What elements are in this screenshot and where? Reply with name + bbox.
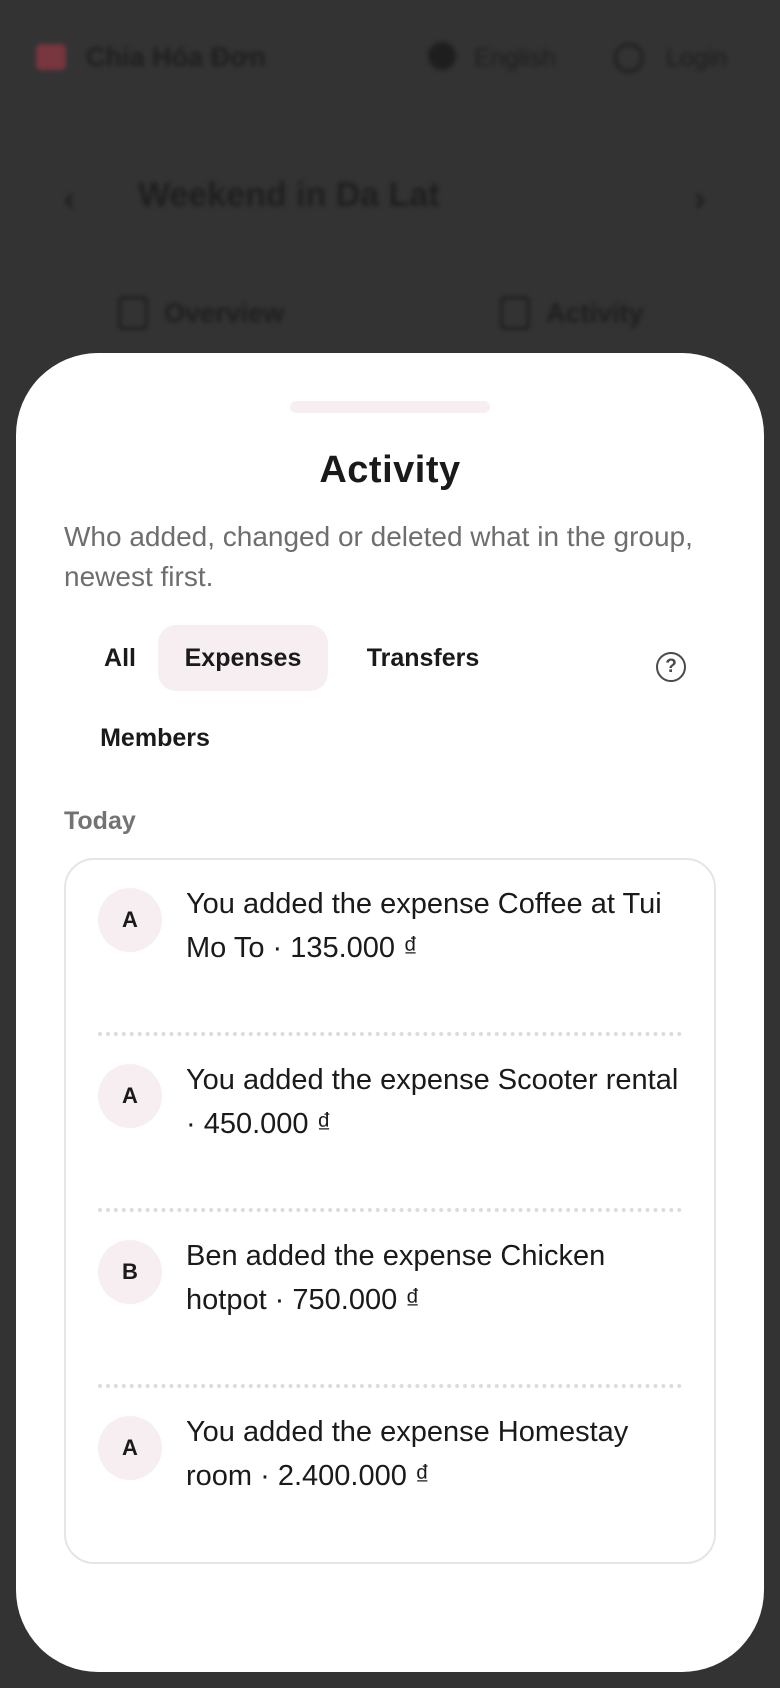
group-title: Weekend in Da Lat <box>138 176 440 214</box>
activity-list: A You added the expense Coffee at Tui Mo… <box>64 858 716 1564</box>
activity-sheet: Activity Who added, changed or deleted w… <box>16 353 764 1672</box>
filter-all[interactable]: All <box>80 625 160 691</box>
list-item[interactable]: B Ben added the expense Chicken hotpot ·… <box>98 1212 682 1388</box>
filter-transfers[interactable]: Transfers <box>342 625 504 691</box>
activity-text: You added the expense Homestay room · 2.… <box>186 1416 629 1492</box>
sheet-grabber[interactable] <box>290 401 490 413</box>
section-label-today: Today <box>64 807 136 835</box>
forward-chevron-icon[interactable]: › <box>694 180 705 219</box>
back-chevron-icon[interactable]: ‹ <box>64 180 75 219</box>
activity-text: Ben added the expense Chicken hotpot · 7… <box>186 1240 606 1316</box>
app-logo <box>36 44 66 70</box>
language-selector[interactable]: English <box>474 44 556 73</box>
globe-icon <box>428 42 456 70</box>
avatar: A <box>98 888 162 952</box>
tab-activity-label: Activity <box>546 297 644 328</box>
tab-overview-label: Overview <box>164 297 285 328</box>
chart-icon <box>118 296 148 330</box>
list-item[interactable]: A You added the expense Coffee at Tui Mo… <box>98 860 682 1036</box>
app-brand: Chia Hóa Đơn <box>86 42 266 72</box>
tab-activity[interactable]: Activity <box>500 296 644 330</box>
filter-members[interactable]: Members <box>80 705 230 771</box>
sheet-subtitle: Who added, changed or deleted what in th… <box>64 521 693 592</box>
activity-text: You added the expense Coffee at Tui Mo T… <box>186 888 662 964</box>
top-bar: Chia Hóa Đơn English Login <box>0 20 780 90</box>
activity-text: You added the expense Scooter rental · 4… <box>186 1064 679 1140</box>
login-link[interactable]: Login <box>666 44 727 73</box>
avatar: B <box>98 1240 162 1304</box>
filter-expenses[interactable]: Expenses <box>158 625 328 691</box>
list-item[interactable]: A You added the expense Scooter rental ·… <box>98 1036 682 1212</box>
avatar: A <box>98 1064 162 1128</box>
avatar: A <box>98 1416 162 1480</box>
list-item[interactable]: A You added the expense Homestay room · … <box>98 1388 682 1564</box>
user-icon <box>614 43 644 73</box>
clock-icon <box>500 296 530 330</box>
help-icon[interactable]: ? <box>656 652 686 682</box>
sheet-title: Activity <box>319 449 461 491</box>
tab-overview[interactable]: Overview <box>118 296 284 330</box>
